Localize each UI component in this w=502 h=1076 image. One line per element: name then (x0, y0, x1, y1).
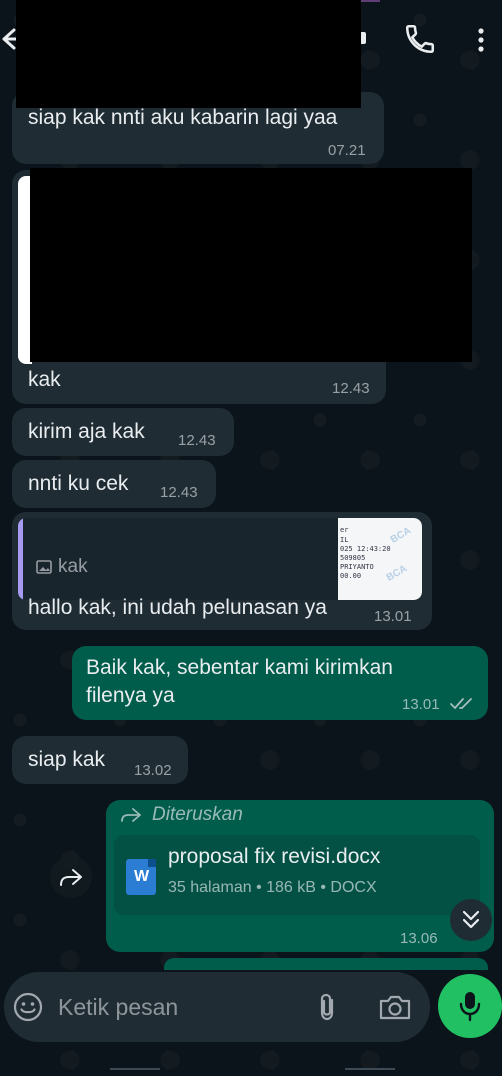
voice-call-button[interactable] (403, 22, 437, 56)
forward-message-button[interactable] (50, 856, 92, 898)
camera-icon (379, 995, 411, 1020)
thumb-text: 00.00 (340, 572, 362, 580)
chat-header (0, 0, 502, 108)
thumb-text: 509805 (340, 554, 366, 562)
scroll-to-bottom-button[interactable] (450, 899, 492, 941)
forwarded-label: Diteruskan (152, 804, 243, 825)
forward-icon (121, 808, 141, 822)
phone-icon (405, 24, 435, 54)
message-text: nnti ku cek (28, 472, 129, 495)
message-text: siap kak (28, 748, 106, 771)
message-composer (4, 972, 430, 1042)
message-time: 13.02 (134, 762, 172, 779)
message-outgoing-partial (164, 958, 488, 970)
mic-icon (459, 992, 481, 1022)
message-text: hallo kak, ini udah pelunasan ya (28, 596, 327, 619)
voice-message-button[interactable] (438, 974, 502, 1038)
document-meta: 35 halaman • 186 kB • DOCX (168, 879, 377, 896)
message-time: 12.43 (160, 484, 198, 501)
chevron-double-down-icon (462, 910, 480, 929)
redacted-image (30, 168, 472, 362)
redacted-contact-info (16, 0, 361, 108)
camera-button[interactable] (378, 992, 412, 1022)
document-name: proposal fix revisi.docx (168, 845, 381, 868)
thumb-text: 025 12:43:20 (340, 545, 391, 553)
image-caption: kak (28, 368, 61, 391)
document-attachment[interactable]: W proposal fix revisi.docx 35 halaman • … (114, 835, 480, 915)
message-time: 13.01 (374, 608, 412, 625)
message-incoming[interactable]: kirim aja kak 12.43 (12, 408, 234, 456)
attach-button[interactable] (316, 991, 338, 1023)
message-time: 12.43 (332, 380, 370, 397)
quoted-caption: kak (58, 556, 88, 577)
message-outgoing-document[interactable]: Diteruskan W proposal fix revisi.docx 35… (106, 800, 494, 952)
message-time: 12.43 (178, 432, 216, 449)
nav-indicator (110, 1068, 160, 1070)
paperclip-icon (320, 993, 334, 1021)
message-time: 13.01 (402, 696, 440, 713)
message-incoming[interactable]: nnti ku cek 12.43 (12, 460, 216, 508)
message-text: siap kak nnti aku kabarin lagi yaa (28, 106, 338, 129)
word-doc-icon: W (126, 859, 156, 895)
message-input[interactable] (58, 986, 298, 1028)
quote-accent-bar (18, 518, 23, 600)
emoji-button[interactable] (12, 991, 44, 1023)
message-incoming-reply[interactable]: kak er IL 025 12:43:20 509805 PRIYANTO 0… (12, 512, 432, 630)
thumb-text: IL (340, 536, 349, 544)
more-vert-icon (478, 28, 484, 52)
message-text-line: Baik kak, sebentar kami kirimkan (86, 656, 393, 679)
nav-indicator (345, 1068, 395, 1070)
message-outgoing[interactable]: Baik kak, sebentar kami kirimkan filenya… (72, 646, 488, 720)
quoted-image-thumbnail: er IL 025 12:43:20 509805 PRIYANTO 00.00… (338, 518, 422, 600)
message-incoming[interactable]: siap kak 13.02 (12, 736, 188, 784)
thumb-watermark: BCA (384, 563, 409, 584)
double-check-icon (450, 698, 472, 710)
message-text: kirim aja kak (28, 420, 145, 443)
thumb-text: PRIYANTO (340, 563, 374, 571)
quoted-message[interactable]: kak er IL 025 12:43:20 509805 PRIYANTO 0… (18, 518, 422, 600)
system-navigation-bar (0, 1056, 502, 1076)
thumb-text: er (340, 526, 349, 534)
image-icon (36, 560, 52, 574)
emoji-icon (13, 992, 43, 1022)
doc-icon-corner (148, 859, 156, 867)
message-time: 07.21 (328, 142, 366, 159)
more-options-button[interactable] (471, 22, 491, 56)
message-text-line: filenya ya (86, 684, 175, 707)
forward-icon (60, 869, 82, 886)
thumb-watermark: BCA (388, 525, 413, 546)
message-time: 13.06 (400, 930, 438, 947)
doc-icon-letter: W (134, 868, 150, 885)
